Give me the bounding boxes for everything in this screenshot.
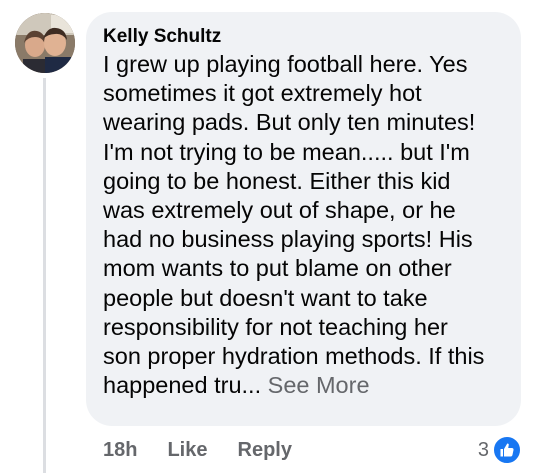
see-more-link[interactable]: See More bbox=[268, 372, 370, 398]
comment-line: responsibility for not teaching her bbox=[103, 313, 448, 340]
comment-line: people but doesn't want to take bbox=[103, 284, 428, 311]
reply-button[interactable]: Reply bbox=[238, 439, 292, 462]
comment-line: mom wants to put blame on other bbox=[103, 255, 452, 282]
comment-line: going to be honest. Either this kid bbox=[103, 167, 451, 194]
reaction-count: 3 bbox=[477, 438, 489, 461]
profile-photo bbox=[15, 13, 75, 73]
thumbs-up-icon bbox=[492, 435, 522, 465]
comment-line: happened tru... bbox=[103, 372, 262, 399]
like-button[interactable]: Like bbox=[167, 439, 207, 462]
comment-line: sometimes it got extremely hot bbox=[103, 80, 422, 107]
comment-line: I grew up playing football here. Yes bbox=[103, 51, 468, 77]
comment-line: had no business playing sports! His bbox=[103, 226, 473, 253]
reaction-summary[interactable]: 3 bbox=[478, 434, 522, 466]
avatar[interactable] bbox=[15, 13, 75, 73]
comment-bubble: Kelly Schultz I grew up playing football… bbox=[86, 12, 521, 426]
comment-actions: 18h Like Reply bbox=[103, 434, 322, 466]
comment-line: I'm not trying to be mean..... but I'm bbox=[103, 138, 470, 165]
reply-thread-line bbox=[43, 78, 46, 473]
comment-author[interactable]: Kelly Schultz bbox=[103, 26, 505, 48]
comment-line: son proper hydration methods. If this bbox=[103, 343, 485, 370]
comment-timestamp[interactable]: 18h bbox=[103, 439, 137, 462]
comment-line: wearing pads. But only ten minutes! bbox=[103, 109, 476, 136]
comment-line: was extremely out of shape, or he bbox=[103, 197, 456, 224]
comment-body: I grew up playing football here. Yes som… bbox=[103, 50, 505, 400]
